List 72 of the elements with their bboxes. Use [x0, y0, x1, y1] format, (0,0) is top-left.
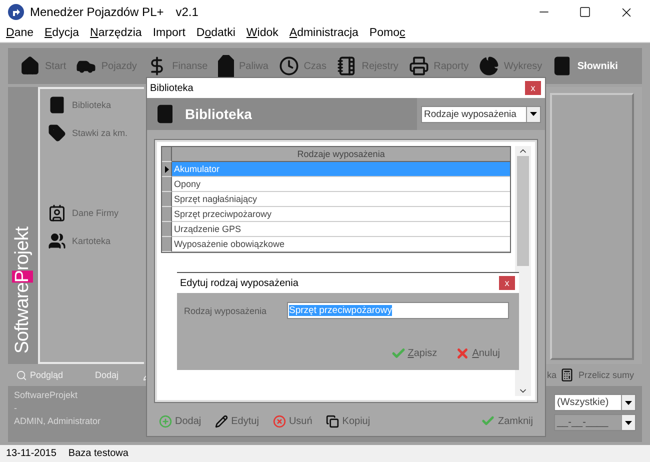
toolbar-tab[interactable]: Słowniki [552, 56, 618, 76]
dialog-button[interactable]: Dodaj [159, 414, 202, 428]
caret-icon [625, 420, 632, 424]
info-text: ADMIN, Administrator [14, 416, 101, 426]
copy-icon [326, 414, 340, 428]
maximize-icon[interactable] [579, 6, 591, 18]
sidebar-item[interactable]: Kartoteka [48, 231, 136, 251]
printer-icon [408, 56, 429, 76]
dropdown-button[interactable] [526, 106, 540, 122]
save-button[interactable]: Zapisz [390, 346, 438, 361]
contact-book-icon [48, 204, 66, 222]
brand-logo: SoftwareProjekt [12, 227, 34, 354]
menu-item[interactable]: Import [152, 27, 186, 39]
close-button[interactable]: x [499, 276, 515, 290]
sidebar-item[interactable]: Dane Firmy [48, 203, 136, 223]
canister-icon [218, 55, 234, 77]
add-icon [159, 414, 172, 428]
dialog-button[interactable]: Edytuj [215, 414, 259, 428]
sidebar-item[interactable]: Biblioteka [48, 95, 136, 115]
menu-item[interactable]: Dodatki [196, 27, 236, 39]
menu-item[interactable]: Administracja [289, 27, 358, 39]
caret-icon [530, 112, 537, 116]
sidebar-item[interactable]: Stawki za km. [48, 123, 136, 143]
clock-icon [278, 56, 299, 76]
pencil-icon [215, 414, 228, 428]
preview-button[interactable]: Podgląd [16, 370, 64, 380]
scrollbar[interactable] [515, 146, 531, 396]
status-text: 13-11-2015 [6, 448, 56, 459]
info-text: - [14, 403, 18, 413]
calculator-icon [560, 368, 574, 382]
input-field[interactable]: Sprzęt przeciwpożarowy [287, 302, 509, 319]
menu-item[interactable]: Widok [246, 27, 278, 39]
cross-icon [455, 346, 470, 361]
button-label[interactable]: ka [546, 370, 556, 380]
check-icon [390, 346, 406, 361]
close-button[interactable]: x [525, 81, 541, 95]
menu-item[interactable]: Narzędzia [90, 27, 142, 39]
dropdown-button[interactable] [621, 395, 635, 410]
header-title: Biblioteka [185, 106, 252, 122]
info-text: SoftwareProjekt [14, 390, 79, 400]
category-dropdown[interactable]: Rodzaje wyposażenia [421, 106, 541, 122]
notebook-icon [336, 56, 357, 76]
close-dialog-button[interactable]: Zamknij [480, 414, 533, 428]
dialog-title: Edytuj rodzaj wyposażenia [180, 278, 298, 288]
people-icon [48, 232, 66, 250]
version-label: v2.1 [176, 5, 198, 19]
dialog-button[interactable]: Kopiuj [326, 414, 370, 428]
menu-item[interactable]: Dane [6, 27, 34, 39]
dialog-title: Biblioteka [150, 82, 194, 94]
grid-row[interactable]: Sprzęt nagłaśniający [172, 192, 510, 207]
recalculate-button[interactable]: Przelicz sumy [560, 368, 634, 382]
search-icon [16, 370, 27, 380]
price-tag-icon [48, 124, 66, 142]
add-button[interactable]: Dodaj [95, 370, 119, 380]
filter-dropdown[interactable]: (Wszystkie) [554, 394, 636, 411]
cancel-button[interactable]: Anuluj [455, 346, 500, 361]
dialog-button[interactable]: Usuń [272, 414, 312, 428]
current-row-icon [164, 166, 168, 172]
pie-chart-icon [478, 56, 499, 76]
row-indicator[interactable] [162, 162, 172, 177]
check-icon [480, 414, 495, 428]
delete-icon [272, 414, 286, 428]
window-title: Menedżer Pojazdów PL+ [30, 5, 164, 19]
menu-item[interactable]: Edycja [44, 27, 80, 39]
grid-row[interactable]: Akumulator [172, 162, 510, 177]
status-text: Baza testowa [68, 448, 128, 459]
field-label: Rodzaj wyposażenia [184, 306, 268, 316]
menu-item[interactable]: Pomoc [369, 27, 406, 39]
caret-icon [625, 400, 632, 404]
house-icon [20, 56, 40, 76]
app-logo-icon [8, 4, 24, 20]
column-header[interactable]: Rodzaje wyposażenia [172, 147, 510, 162]
